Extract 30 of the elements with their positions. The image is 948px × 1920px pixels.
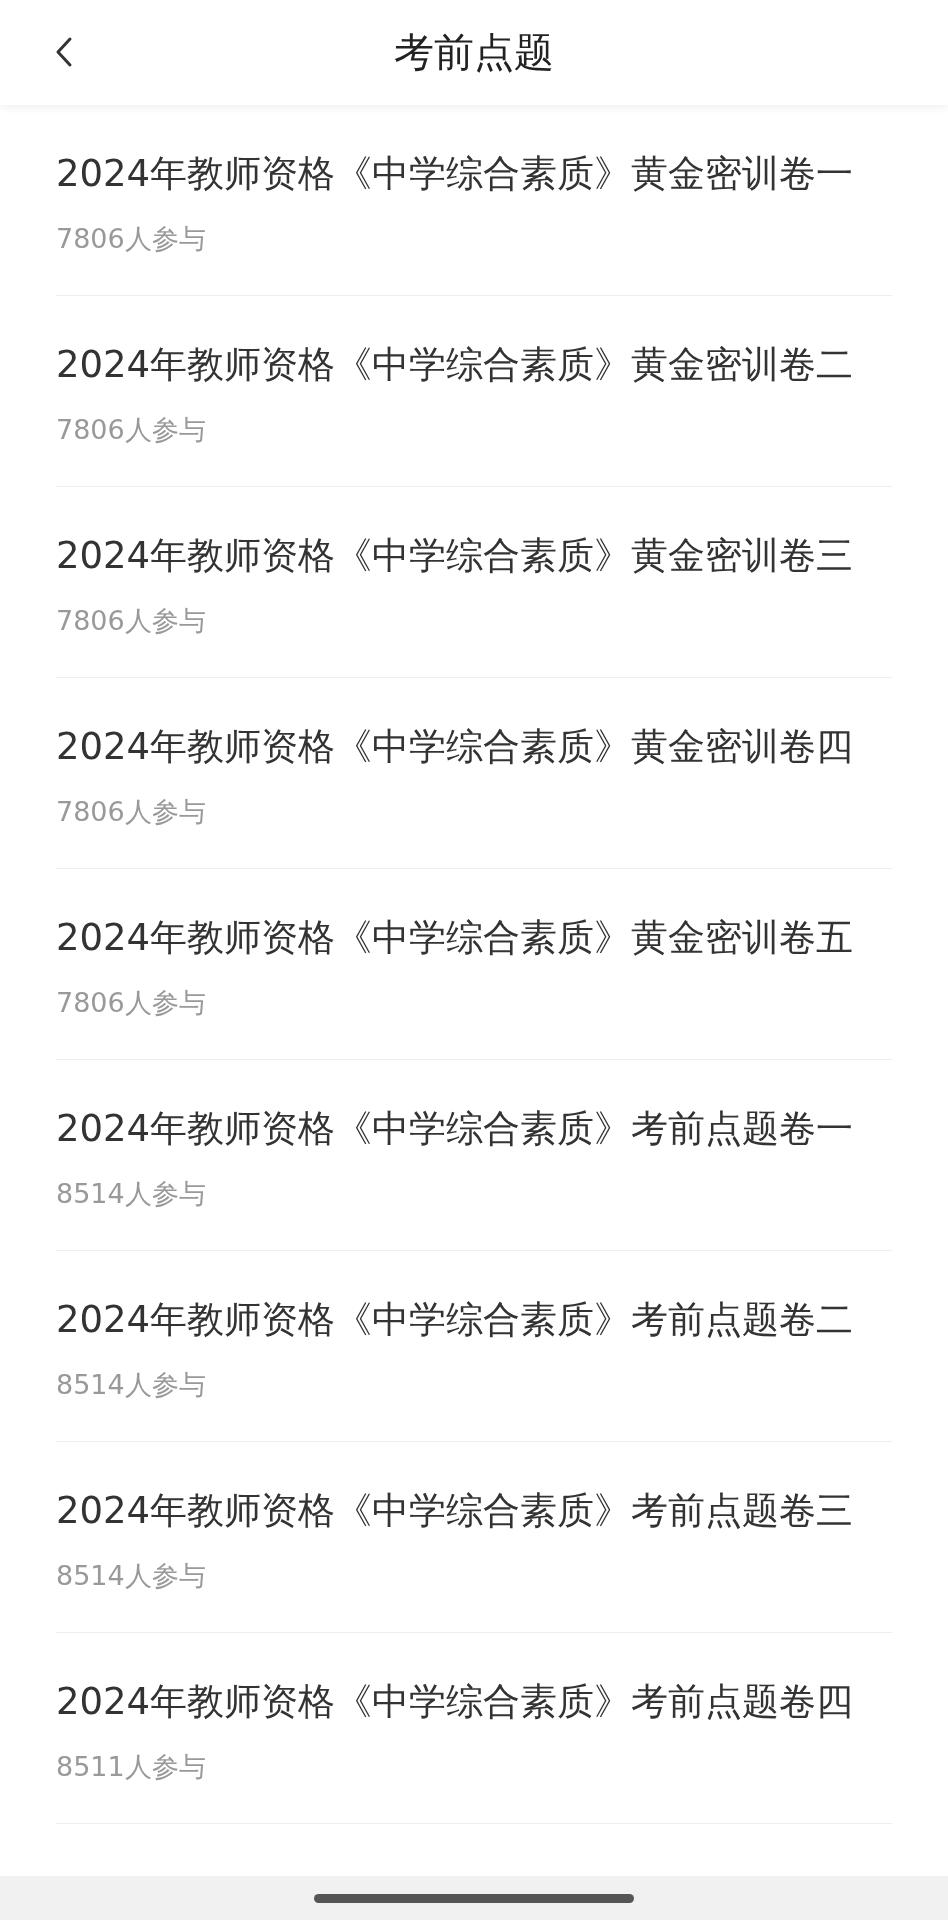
participant-count: 8514人参与 <box>56 1559 207 1593</box>
paper-title: 2024年教师资格《中学综合素质》黄金密训卷二 <box>56 342 855 388</box>
paper-title: 2024年教师资格《中学综合素质》考前点题卷四 <box>56 1679 855 1725</box>
participant-count: 7806人参与 <box>56 986 207 1020</box>
paper-title: 2024年教师资格《中学综合素质》考前点题卷三 <box>56 1488 855 1534</box>
paper-list-item[interactable]: 2024年教师资格《中学综合素质》考前点题卷四 8511人参与 <box>56 1633 892 1824</box>
paper-list-item[interactable]: 2024年教师资格《中学综合素质》黄金密训卷一 7806人参与 <box>56 105 892 296</box>
paper-list-item[interactable]: 2024年教师资格《中学综合素质》黄金密训卷四 7806人参与 <box>56 678 892 869</box>
participant-count: 8514人参与 <box>56 1368 207 1402</box>
back-icon[interactable] <box>54 36 74 68</box>
paper-list-item[interactable]: 2024年教师资格《中学综合素质》考前点题卷一 8514人参与 <box>56 1060 892 1251</box>
participant-count: 7806人参与 <box>56 604 207 638</box>
paper-list-item[interactable]: 2024年教师资格《中学综合素质》黄金密训卷三 7806人参与 <box>56 487 892 678</box>
participant-count: 7806人参与 <box>56 413 207 447</box>
paper-list-item[interactable]: 2024年教师资格《中学综合素质》黄金密训卷二 7806人参与 <box>56 296 892 487</box>
paper-title: 2024年教师资格《中学综合素质》考前点题卷二 <box>56 1297 855 1343</box>
participant-count: 8511人参与 <box>56 1750 207 1784</box>
paper-list-item[interactable]: 2024年教师资格《中学综合素质》考前点题卷三 8514人参与 <box>56 1442 892 1633</box>
paper-title: 2024年教师资格《中学综合素质》黄金密训卷五 <box>56 915 855 961</box>
page-title: 考前点题 <box>394 28 554 77</box>
paper-list-item[interactable]: 2024年教师资格《中学综合素质》黄金密训卷五 7806人参与 <box>56 869 892 1060</box>
paper-title: 2024年教师资格《中学综合素质》黄金密训卷三 <box>56 533 855 579</box>
paper-list-item[interactable]: 2024年教师资格《中学综合素质》考前点题卷二 8514人参与 <box>56 1251 892 1442</box>
participant-count: 8514人参与 <box>56 1177 207 1211</box>
paper-title: 2024年教师资格《中学综合素质》黄金密训卷一 <box>56 151 855 197</box>
participant-count: 7806人参与 <box>56 795 207 829</box>
paper-title: 2024年教师资格《中学综合素质》考前点题卷一 <box>56 1106 855 1152</box>
participant-count: 7806人参与 <box>56 222 207 256</box>
home-indicator[interactable] <box>314 1893 634 1903</box>
paper-title: 2024年教师资格《中学综合素质》黄金密训卷四 <box>56 724 855 770</box>
